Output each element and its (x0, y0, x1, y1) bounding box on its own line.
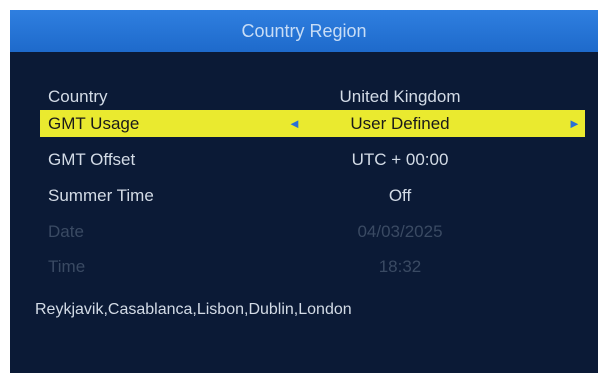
menu-row-date: Date 04/03/2025 (40, 218, 585, 245)
menu-row-summer-time[interactable]: Summer Time Off (40, 182, 585, 209)
row-value: 18:32 (378, 257, 422, 276)
row-value: Off (388, 186, 412, 205)
menu-row-gmt-offset[interactable]: GMT Offset UTC + 00:00 (40, 146, 585, 173)
row-value: 04/03/2025 (357, 222, 443, 241)
row-label: Country (48, 87, 108, 106)
timezone-cities: Reykjavik,Casablanca,Lisbon,Dublin,Londo… (35, 301, 352, 318)
menu-row-time: Time 18:32 (40, 253, 585, 280)
menu-row-country[interactable]: Country United Kingdom (40, 83, 585, 110)
menu-row-gmt-usage[interactable]: GMT Usage ◄ User Defined ► (40, 110, 585, 137)
arrow-right-icon[interactable]: ► (568, 110, 581, 137)
settings-screen: Country Region Country United Kingdom GM… (10, 10, 598, 373)
row-label: GMT Usage (48, 114, 140, 133)
row-label: GMT Offset (48, 150, 136, 169)
page-title: Country Region (10, 10, 598, 52)
row-value: UTC + 00:00 (351, 150, 449, 169)
row-value: User Defined (350, 114, 450, 133)
row-label: Date (48, 222, 84, 241)
arrow-left-icon[interactable]: ◄ (288, 110, 301, 137)
row-value: United Kingdom (339, 87, 461, 106)
row-label: Summer Time (48, 186, 154, 205)
row-label: Time (48, 257, 86, 276)
